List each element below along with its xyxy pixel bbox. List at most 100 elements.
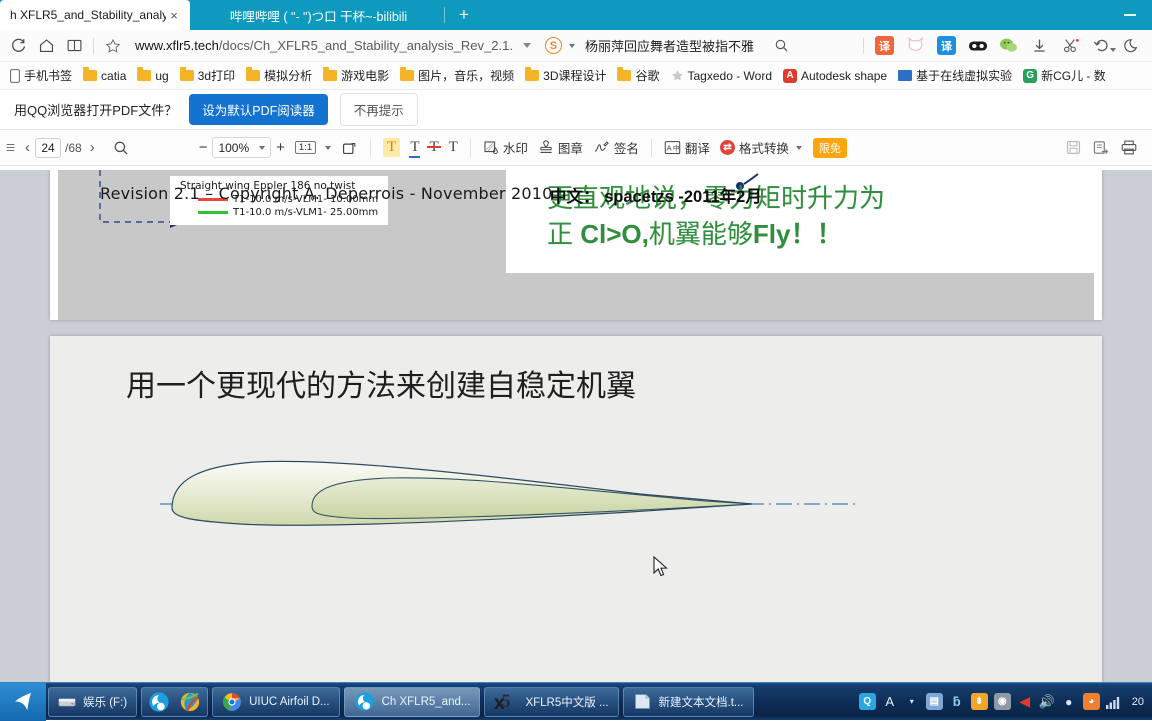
bookmark-games-movies[interactable]: 游戏电影 bbox=[318, 65, 394, 86]
ext-glyph: 译 bbox=[875, 36, 894, 55]
ime-tray-icon[interactable]: A bbox=[882, 694, 898, 710]
zoom-level-select[interactable]: 100% bbox=[212, 137, 271, 158]
reload-icon[interactable] bbox=[4, 33, 32, 59]
bookmark-label: ug bbox=[155, 69, 168, 83]
bookmark-3d-course[interactable]: 3D课程设计 bbox=[520, 65, 611, 86]
thunder-tray-icon[interactable]: ⇟ bbox=[971, 693, 988, 710]
plain-text-tool[interactable]: T bbox=[444, 135, 463, 161]
taskbar-button-label: UIUC Airfoil D... bbox=[249, 696, 330, 708]
print-icon[interactable] bbox=[1115, 135, 1146, 161]
highlight-text-tool[interactable]: T bbox=[378, 135, 405, 161]
qq-tray-icon[interactable]: Q bbox=[859, 693, 876, 710]
taskbar-clock[interactable]: 20 bbox=[1132, 696, 1144, 708]
bookmark-tagxedo[interactable]: Tagxedo - Word bbox=[666, 67, 778, 85]
zoom-in-button[interactable]: + bbox=[271, 135, 290, 161]
history-ext-icon[interactable] bbox=[1086, 32, 1117, 59]
pdf-viewer-canvas[interactable]: Straight wing Eppler 186 no twist T1-10.… bbox=[0, 170, 1152, 688]
app-tray-icon[interactable]: ƃ bbox=[949, 694, 965, 710]
network-tray-icon[interactable] bbox=[1106, 695, 1122, 709]
close-icon[interactable]: × bbox=[166, 7, 182, 23]
hot-search-text[interactable]: 杨丽萍回应舞者造型被指不雅 bbox=[585, 36, 754, 55]
taskbar-button-xflr5-app[interactable]: x5 XFLR5中文版 ... bbox=[484, 687, 618, 717]
taskbar-button-ch-xflr5[interactable]: Ch XFLR5_and... bbox=[344, 687, 481, 717]
sign-button[interactable]: 签名 bbox=[588, 135, 644, 161]
bookmark-label: 3D课程设计 bbox=[543, 67, 606, 84]
bookmark-google[interactable]: 谷歌 bbox=[612, 65, 664, 86]
underline-text-tool[interactable]: T bbox=[405, 135, 424, 161]
volume-tray-icon[interactable]: 🔊 bbox=[1039, 694, 1055, 710]
ime-caret-icon[interactable]: ▾ bbox=[904, 694, 920, 710]
bookmark-virtual-lab[interactable]: 基于在线虚拟实验 bbox=[893, 65, 1017, 86]
camera-tray-icon[interactable]: ◉ bbox=[994, 693, 1011, 710]
new-tab-button[interactable]: + bbox=[445, 0, 483, 30]
strikethrough-text-tool[interactable]: T bbox=[424, 135, 443, 161]
bookmark-ug[interactable]: ug bbox=[132, 67, 173, 85]
folder-icon bbox=[323, 70, 337, 81]
zoom-level-value: 100% bbox=[218, 141, 249, 155]
bookmark-label: 游戏电影 bbox=[341, 67, 389, 84]
bookmark-autodesk[interactable]: A Autodesk shape bbox=[778, 67, 892, 85]
bookmark-3dprint[interactable]: 3d打印 bbox=[175, 65, 240, 86]
dismiss-notice-button[interactable]: 不再提示 bbox=[340, 93, 418, 126]
chevron-down-icon[interactable] bbox=[523, 43, 531, 48]
bookmark-newcg[interactable]: G 新CG儿 - 数 bbox=[1018, 65, 1111, 86]
bookmark-label: catia bbox=[101, 69, 126, 83]
watermark-icon bbox=[483, 140, 499, 156]
search-icon[interactable] bbox=[768, 33, 796, 59]
sign-label: 签名 bbox=[614, 138, 639, 157]
format-convert-button[interactable]: ⇄ 格式转换 bbox=[715, 135, 807, 161]
star-icon[interactable] bbox=[99, 33, 127, 59]
clipboard-tray-icon[interactable]: ● bbox=[1061, 694, 1077, 710]
taskbar-button-qq-browser-group[interactable] bbox=[141, 687, 208, 717]
sound-red-tray-icon[interactable]: ◀ bbox=[1017, 694, 1033, 710]
watermark-button[interactable]: 水印 bbox=[478, 135, 533, 161]
emoji-tray-icon[interactable]: ◕ bbox=[1083, 693, 1100, 710]
page-number-input[interactable]: 24 bbox=[35, 138, 61, 158]
stamp-button[interactable]: 图章 bbox=[533, 135, 588, 161]
monitor-tray-icon[interactable]: ▤ bbox=[926, 693, 943, 710]
chevron-down-icon[interactable] bbox=[569, 44, 575, 48]
screenshot-scissors-ext-icon[interactable] bbox=[1055, 32, 1086, 59]
rotate-icon[interactable] bbox=[336, 135, 363, 161]
bookmark-catia[interactable]: catia bbox=[78, 67, 131, 85]
taskbar-button-notepad[interactable]: 新建文本文档.t... bbox=[623, 687, 754, 717]
search-zone: S 杨丽萍回应舞者造型被指不雅 bbox=[545, 33, 858, 59]
taskbar-button-uiuc-airfoil[interactable]: UIUC Airfoil D... bbox=[212, 687, 340, 717]
fit-mode-select[interactable]: 1:1 bbox=[290, 135, 336, 161]
divider bbox=[470, 139, 471, 157]
slide-1-content: Straight wing Eppler 186 no twist T1-10.… bbox=[50, 170, 1102, 320]
cat-ext-icon[interactable] bbox=[900, 32, 931, 59]
next-page-button[interactable]: › bbox=[85, 135, 100, 161]
translate-label: 翻译 bbox=[685, 138, 710, 157]
wechat-ext-icon[interactable] bbox=[993, 32, 1024, 59]
save-icon[interactable] bbox=[1060, 135, 1087, 161]
annotation-part-d: Fly！！ bbox=[753, 219, 843, 249]
minimize-icon[interactable] bbox=[1108, 0, 1152, 30]
eyes-ext-icon[interactable] bbox=[962, 32, 993, 59]
bookmark-simulation[interactable]: 模拟分析 bbox=[241, 65, 317, 86]
set-default-pdf-reader-button[interactable]: 设为默认PDF阅读器 bbox=[189, 94, 328, 125]
moon-ext-icon[interactable] bbox=[1117, 32, 1148, 59]
taskbar-button-drive[interactable]: 娱乐 (F:) bbox=[48, 687, 137, 717]
address-bar[interactable]: www.xflr5.tech/docs/Ch_XFLR5_and_Stabili… bbox=[129, 33, 531, 59]
home-icon[interactable] bbox=[32, 33, 60, 59]
prev-page-button[interactable]: ‹ bbox=[20, 135, 35, 161]
download-ext-icon[interactable] bbox=[1024, 32, 1055, 59]
translate-button[interactable]: A中 翻译 bbox=[659, 135, 715, 161]
zoom-out-button[interactable]: − bbox=[194, 135, 213, 161]
sidebar-toggle-icon[interactable] bbox=[6, 135, 20, 161]
folder-icon bbox=[180, 70, 194, 81]
bookmark-media[interactable]: 图片，音乐，视频 bbox=[395, 65, 519, 86]
save-as-icon[interactable] bbox=[1087, 135, 1115, 161]
search-icon[interactable] bbox=[108, 135, 134, 161]
tab-bilibili[interactable]: 哔哩哔哩 ( ʺ- ʺ)つ口 干杯~-bilibili bbox=[190, 0, 445, 30]
translate-orange-ext-icon[interactable]: 译 bbox=[869, 32, 900, 59]
svg-text:A: A bbox=[666, 143, 672, 152]
reader-mode-icon[interactable] bbox=[60, 33, 88, 59]
tab-xflr5-pdf[interactable]: h XFLR5_and_Stability_analysis_R × bbox=[0, 0, 190, 30]
start-button[interactable] bbox=[0, 683, 46, 721]
bookmark-phone[interactable]: 手机书签 bbox=[5, 65, 77, 86]
search-engine-icon[interactable]: S bbox=[545, 37, 562, 54]
translate-blue-ext-icon[interactable]: 译 bbox=[931, 32, 962, 59]
folder-icon bbox=[525, 70, 539, 81]
